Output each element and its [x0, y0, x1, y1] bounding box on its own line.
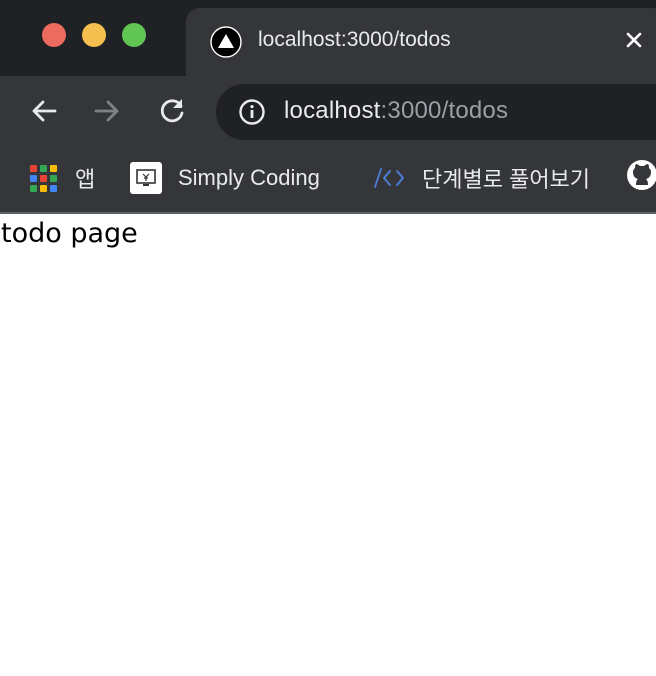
- bookmark-label: Simply Coding: [178, 165, 320, 190]
- browser-chrome: localhost:3000/todos localhost:3000/todo…: [0, 0, 656, 214]
- reload-icon[interactable]: [155, 94, 189, 128]
- close-icon[interactable]: [620, 26, 648, 54]
- bookmark-label: 단계별로 풀어보기: [422, 167, 591, 192]
- tab-title: localhost:3000/todos: [258, 28, 451, 51]
- code-brackets-icon: [374, 166, 406, 190]
- url-path: :3000/todos: [380, 97, 509, 124]
- arrow-left-icon[interactable]: [27, 94, 61, 128]
- bookmark-apps[interactable]: 앱: [30, 160, 95, 196]
- github-icon: [626, 159, 656, 197]
- info-icon[interactable]: [238, 98, 266, 126]
- address-bar[interactable]: localhost:3000/todos: [216, 84, 656, 140]
- page-text: todo page: [1, 218, 138, 249]
- triangle-icon: [210, 26, 242, 58]
- page-content: todo page: [0, 214, 656, 676]
- window-minimize-button[interactable]: [82, 23, 106, 47]
- bookmark-step-by-step[interactable]: 단계별로 풀어보기: [374, 160, 590, 196]
- tab-active[interactable]: localhost:3000/todos: [186, 8, 656, 76]
- window-close-button[interactable]: [42, 23, 66, 47]
- bookmark-simply-coding[interactable]: Simply Coding: [130, 160, 320, 196]
- window-zoom-button[interactable]: [122, 23, 146, 47]
- bookmarks-bar: 앱 Simply Coding 단계별로 풀어보기: [0, 146, 656, 212]
- tab-strip: localhost:3000/todos: [0, 0, 656, 76]
- monitor-icon: [130, 162, 162, 194]
- toolbar: localhost:3000/todos: [0, 76, 656, 146]
- apps-grid-icon: [30, 164, 57, 192]
- url-host: localhost: [284, 97, 381, 124]
- arrow-right-icon[interactable]: [90, 94, 124, 128]
- bookmark-label: 앱: [75, 167, 96, 192]
- url-text[interactable]: localhost:3000/todos: [284, 97, 508, 125]
- bookmark-github[interactable]: [626, 160, 656, 196]
